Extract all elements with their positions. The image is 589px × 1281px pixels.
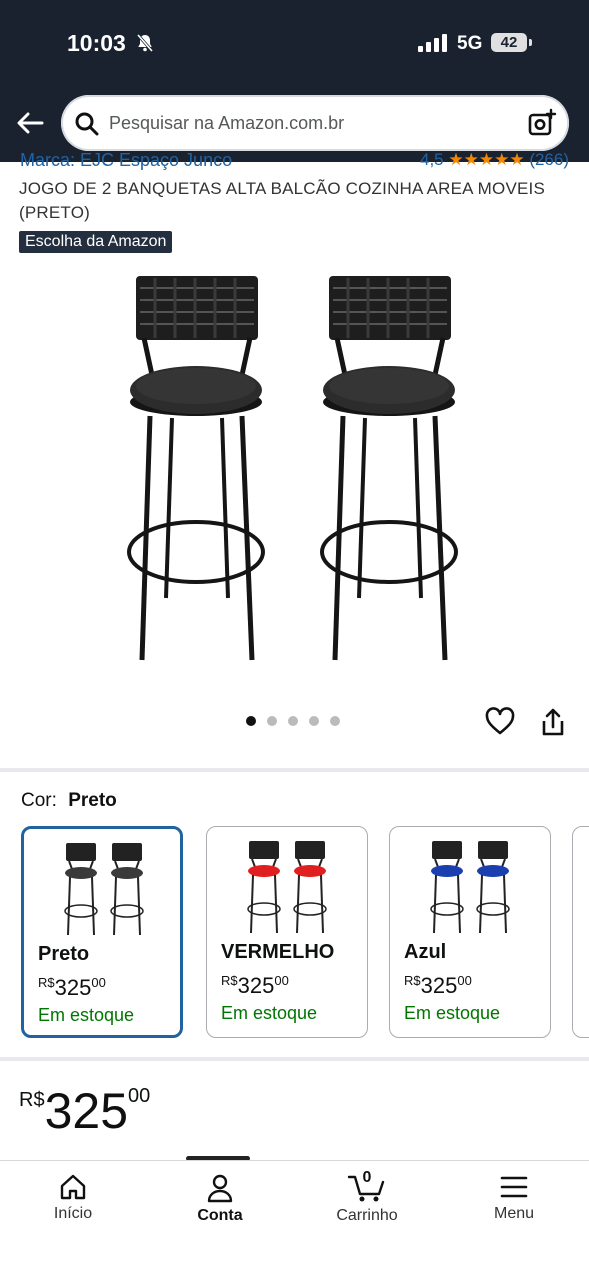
nav-account-label: Conta	[197, 1207, 243, 1224]
stock-status: Em estoque	[404, 1003, 501, 1023]
search-bar[interactable]	[61, 95, 569, 151]
product-price: R$32500	[19, 1082, 150, 1140]
rating-count: (266)	[529, 150, 569, 169]
swatch-image	[430, 840, 510, 934]
carousel-dot[interactable]	[309, 716, 319, 726]
color-option-name: Azul	[404, 941, 447, 963]
price-currency: R$	[19, 1089, 45, 1111]
battery-level: 42	[500, 34, 518, 51]
bottom-nav: Início Conta 0 Carrinho Menu	[0, 1160, 589, 1281]
menu-icon	[500, 1176, 528, 1198]
carousel-dot[interactable]	[246, 716, 256, 726]
heart-icon[interactable]	[484, 706, 516, 736]
star-rating-icon: ★★★★★	[448, 150, 525, 169]
search-input[interactable]	[109, 95, 509, 151]
section-divider	[0, 1057, 589, 1061]
color-option-azul[interactable]: Azul R$32500 Em estoque	[389, 826, 551, 1038]
price-cents: 00	[128, 1085, 151, 1107]
price-whole: 325	[54, 975, 92, 1000]
price-whole: 325	[237, 973, 275, 998]
search-icon	[75, 112, 99, 136]
stock-status: Em estoque	[221, 1003, 318, 1023]
nav-cart[interactable]: 0 Carrinho	[307, 1161, 427, 1225]
carousel-dot[interactable]	[267, 716, 277, 726]
carousel-dot[interactable]	[330, 716, 340, 726]
color-option-partial[interactable]	[572, 826, 589, 1038]
network-type: 5G	[457, 33, 483, 54]
nav-menu[interactable]: Menu	[454, 1161, 574, 1223]
price-whole: 325	[420, 973, 458, 998]
selected-color: Preto	[68, 790, 117, 811]
stock-status: Em estoque	[38, 1005, 135, 1025]
app-header: 10:03 5G 42	[0, 0, 589, 162]
color-option-name: VERMELHO	[221, 941, 335, 963]
rating[interactable]: 4,5 ★★★★★ (266)	[420, 150, 569, 170]
battery-icon: 42	[491, 33, 527, 52]
nav-cart-label: Carrinho	[336, 1207, 398, 1224]
color-label-text: Cor:	[21, 790, 57, 811]
swatch-image	[247, 840, 327, 934]
status-time: 10:03	[67, 30, 126, 56]
color-option-price: R$32500	[221, 973, 289, 999]
nav-home[interactable]: Início	[13, 1161, 133, 1223]
color-option-price: R$32500	[404, 973, 472, 999]
home-icon	[60, 1174, 86, 1200]
brand-link[interactable]: Marca: EJC Espaço Junco	[20, 150, 232, 171]
color-option-name: Preto	[38, 943, 90, 965]
signal-icon	[418, 34, 447, 52]
price-cents: 00	[457, 973, 472, 988]
muted-bell-icon	[136, 34, 154, 52]
price-cents: 00	[91, 975, 106, 990]
price-currency: R$	[38, 975, 55, 990]
person-icon	[207, 1174, 233, 1203]
cart-count: 0	[362, 1169, 372, 1186]
section-divider	[0, 768, 589, 772]
color-label: Cor: Preto	[21, 790, 117, 812]
amazon-choice-badge: Escolha da Amazon	[19, 231, 173, 253]
nav-menu-label: Menu	[493, 1205, 535, 1222]
nav-home-label: Início	[53, 1205, 93, 1222]
back-arrow-icon[interactable]	[14, 107, 46, 139]
swatch-image	[64, 842, 144, 936]
share-icon[interactable]	[540, 707, 566, 737]
image-carousel-indicator[interactable]	[246, 716, 340, 726]
color-option-preto[interactable]: Preto R$32500 Em estoque	[21, 826, 183, 1038]
battery-tip	[529, 39, 532, 46]
carousel-dot[interactable]	[288, 716, 298, 726]
price-currency: R$	[221, 973, 238, 988]
price-cents: 00	[274, 973, 289, 988]
rating-value: 4,5	[420, 150, 444, 169]
camera-search-icon[interactable]	[527, 108, 557, 138]
color-option-vermelho[interactable]: VERMELHO R$32500 Em estoque	[206, 826, 368, 1038]
price-whole: 325	[44, 1083, 129, 1139]
product-title: JOGO DE 2 BANQUETAS ALTA BALCÃO COZINHA …	[19, 179, 546, 222]
price-currency: R$	[404, 973, 421, 988]
color-option-price: R$32500	[38, 975, 106, 1001]
nav-account[interactable]: Conta	[160, 1161, 280, 1225]
product-image[interactable]	[110, 270, 480, 670]
